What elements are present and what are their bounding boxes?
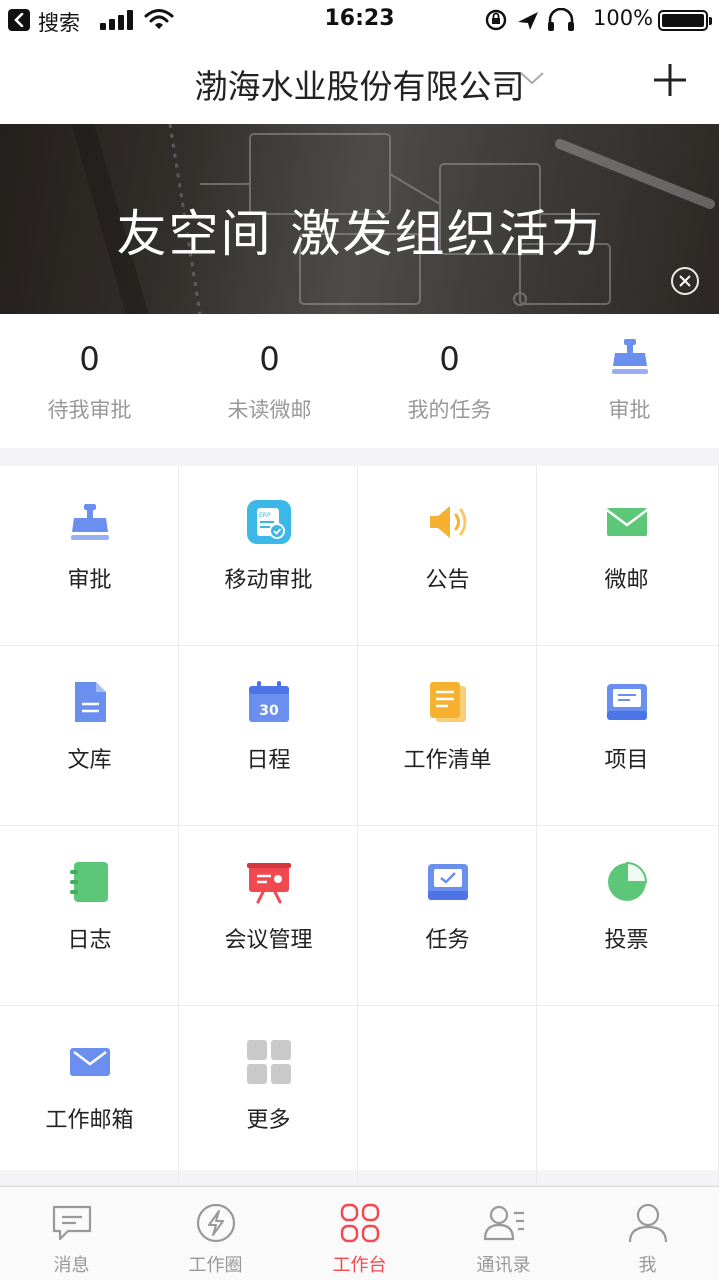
app-label: 投票 <box>604 928 649 953</box>
app-meeting-management[interactable]: 会议管理 <box>179 826 358 1006</box>
app-label: 工作清单 <box>403 748 492 773</box>
stat-label: 待我审批 <box>47 398 132 422</box>
app-label: 工作邮箱 <box>45 1108 134 1133</box>
battery-percentage: 100% <box>593 6 654 30</box>
chat-icon <box>52 1205 92 1241</box>
stat-unread-mail[interactable]: 0 未读微邮 <box>180 314 359 448</box>
task-inbox-icon <box>428 864 468 900</box>
tab-label: 工作台 <box>332 1255 387 1276</box>
tab-me[interactable]: 我 <box>576 1187 719 1280</box>
app-log[interactable]: 日志 <box>0 826 179 1006</box>
app-label: 日程 <box>246 748 291 773</box>
calendar-icon: 30 <box>249 681 289 722</box>
promo-banner[interactable]: 友空间 激发组织活力 <box>0 124 719 314</box>
stat-value: 0 <box>439 340 460 378</box>
banner-slogan: 友空间 激发组织活力 <box>116 205 603 263</box>
banner-close-icon[interactable] <box>670 266 700 296</box>
project-icon <box>607 684 647 720</box>
tab-label: 工作圈 <box>188 1255 243 1276</box>
app-more[interactable]: 更多 <box>179 1006 358 1186</box>
person-icon <box>628 1203 668 1243</box>
document-icon <box>75 682 106 722</box>
mail-icon <box>606 508 648 536</box>
app-label: 更多 <box>246 1108 291 1133</box>
calendar-day-number: 30 <box>259 703 279 719</box>
app-task[interactable]: 任务 <box>358 826 537 1006</box>
tab-messages[interactable]: 消息 <box>0 1187 143 1280</box>
tab-workbench[interactable]: 工作台 <box>288 1187 431 1280</box>
app-grid: 审批 ERP 移动审批 公告 微邮 文库 30 日程 工作清单 项目 日志 会议… <box>0 466 719 1186</box>
app-mobile-approval[interactable]: ERP 移动审批 <box>179 466 358 646</box>
tab-label: 通讯录 <box>476 1255 531 1276</box>
bottom-tab-bar: 消息 工作圈 工作台 通讯录 我 <box>0 1186 719 1280</box>
app-label: 微邮 <box>604 568 649 593</box>
stat-pending-approval[interactable]: 0 待我审批 <box>0 314 179 448</box>
stat-my-tasks[interactable]: 0 我的任务 <box>360 314 539 448</box>
app-announcement[interactable]: 公告 <box>358 466 537 646</box>
status-indicators-icon <box>485 8 574 31</box>
empty-cell <box>537 1006 719 1186</box>
tab-label: 我 <box>638 1255 657 1276</box>
approval-stamp-icon <box>612 339 648 374</box>
notebook-icon <box>70 862 108 902</box>
more-grid-icon <box>247 1040 291 1084</box>
app-label: 公告 <box>425 568 470 593</box>
app-approval[interactable]: 审批 <box>0 466 179 646</box>
stat-label: 审批 <box>608 398 651 422</box>
app-label: 审批 <box>67 568 112 593</box>
envelope-icon <box>70 1048 110 1076</box>
tab-work-circle[interactable]: 工作圈 <box>144 1187 287 1280</box>
app-project[interactable]: 项目 <box>537 646 719 826</box>
stat-label: 未读微邮 <box>227 398 312 422</box>
add-plus-icon[interactable] <box>652 62 688 98</box>
status-bar: 搜索 16:23 100% <box>0 0 719 40</box>
app-work-mailbox[interactable]: 工作邮箱 <box>0 1006 179 1186</box>
presentation-icon <box>247 863 291 904</box>
app-work-list[interactable]: 工作清单 <box>358 646 537 826</box>
header: 渤海水业股份有限公司 <box>0 40 719 124</box>
battery-icon <box>658 10 712 31</box>
app-label: 移动审批 <box>224 568 313 593</box>
stat-label: 我的任务 <box>407 398 492 422</box>
contacts-icon <box>483 1205 524 1241</box>
app-label: 任务 <box>425 928 470 953</box>
chevron-down-icon[interactable] <box>519 70 545 86</box>
app-vote[interactable]: 投票 <box>537 826 719 1006</box>
tab-label: 消息 <box>53 1255 90 1276</box>
app-micro-mail[interactable]: 微邮 <box>537 466 719 646</box>
workbench-icon <box>340 1203 380 1243</box>
tab-contacts[interactable]: 通讯录 <box>432 1187 575 1280</box>
empty-cell <box>358 1006 537 1186</box>
organization-title[interactable]: 渤海水业股份有限公司 <box>0 60 719 108</box>
lightning-icon <box>196 1203 236 1243</box>
speaker-icon <box>430 506 467 538</box>
checklist-icon <box>430 682 466 722</box>
app-label: 会议管理 <box>224 928 313 953</box>
app-library[interactable]: 文库 <box>0 646 179 826</box>
summary-stats: 0 待我审批 0 未读微邮 0 我的任务 审批 <box>0 314 719 448</box>
pie-chart-icon <box>608 861 648 901</box>
app-label: 日志 <box>67 928 112 953</box>
app-label: 项目 <box>604 748 649 773</box>
stat-value: 0 <box>259 340 280 378</box>
app-schedule[interactable]: 30 日程 <box>179 646 358 826</box>
app-label: 文库 <box>67 748 112 773</box>
stat-value: 0 <box>79 340 100 378</box>
stat-approval-shortcut[interactable]: 审批 <box>540 314 719 448</box>
approval-stamp-icon <box>71 504 109 540</box>
svg-text:ERP: ERP <box>259 512 271 519</box>
erp-icon: ERP <box>247 500 291 544</box>
